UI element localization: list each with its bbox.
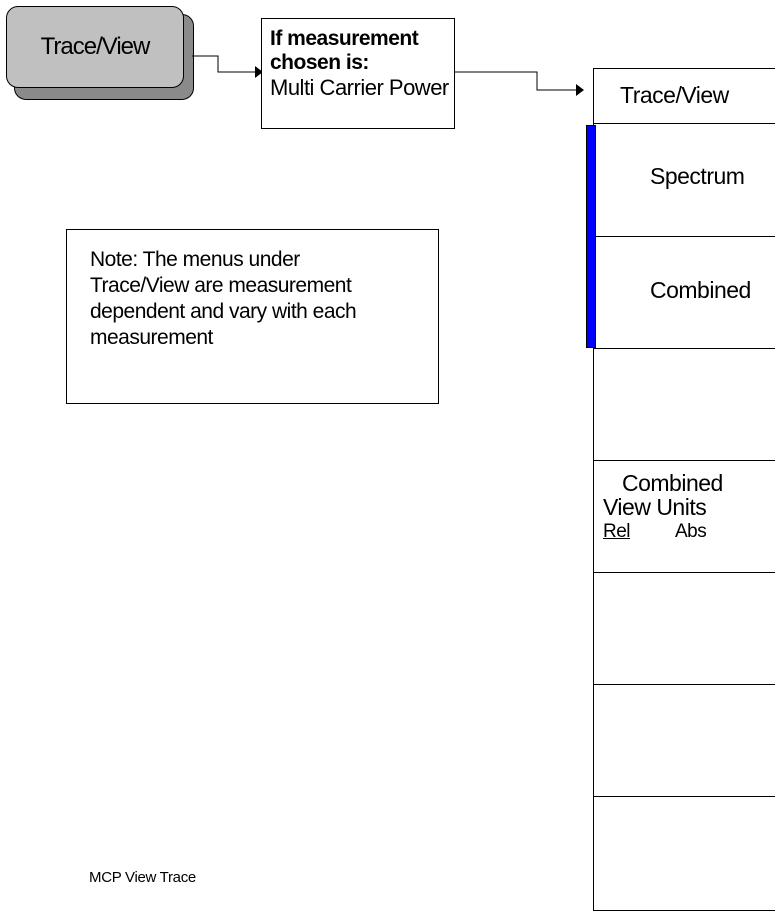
menu-title: Trace/View: [593, 68, 775, 124]
figure-caption: MCP View Trace: [89, 869, 196, 886]
condition-measurement: Multi Carrier Power: [270, 75, 449, 100]
softkey-blank-7[interactable]: [593, 797, 775, 911]
softkey-label: Spectrum: [650, 163, 745, 189]
condition-line-2: chosen is:: [270, 51, 369, 74]
arrow-line-2: [455, 71, 576, 91]
arrow-line-1: [192, 55, 255, 73]
softkey-label: Combined: [650, 277, 751, 303]
note-line: Note: The menus under: [90, 248, 300, 271]
softkey-blank-5[interactable]: [593, 573, 775, 685]
menu-title-label: Trace/View: [620, 82, 729, 108]
condition-line-1: If measurement: [270, 27, 419, 50]
option-rel: Rel: [603, 521, 631, 542]
softkey-blank-3[interactable]: [593, 349, 775, 461]
arrow-head-2: [576, 84, 584, 96]
condition-box: If measurement chosen is: Multi Carrier …: [261, 18, 455, 129]
note-line: Trace/View are measurement: [90, 274, 352, 297]
softkey-label-line-1: Combined: [622, 470, 723, 496]
softkey-combined-view-units[interactable]: Combined View Units Rel Abs: [593, 461, 775, 573]
softkey-label-line-2: View Units: [603, 494, 707, 520]
note-line: measurement: [90, 326, 213, 349]
softkey-blank-6[interactable]: [593, 685, 775, 797]
note-line: dependent and vary with each: [90, 300, 357, 323]
note-box: Note: The menus under Trace/View are mea…: [66, 229, 439, 404]
option-abs: Abs: [675, 521, 707, 542]
softkey-combined[interactable]: Combined: [593, 237, 775, 349]
softkey-spectrum[interactable]: Spectrum: [593, 125, 775, 237]
active-menu-bar: [586, 125, 596, 348]
